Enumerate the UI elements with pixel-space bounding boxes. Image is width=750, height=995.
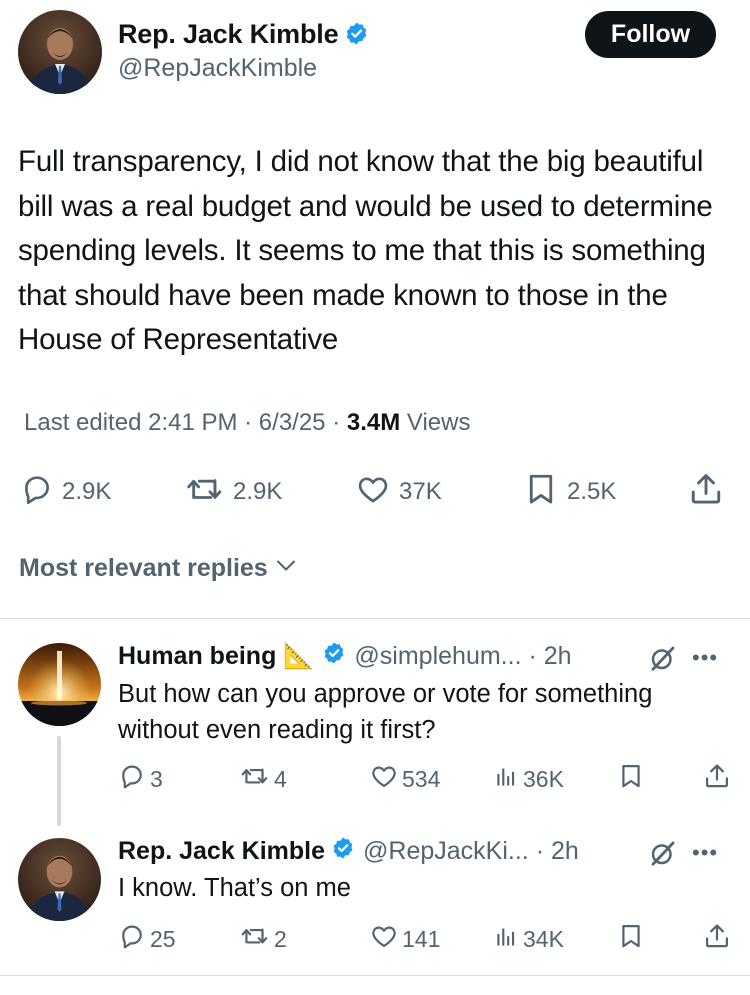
- repost-icon: [185, 472, 233, 513]
- verified-badge-icon: [331, 836, 355, 867]
- grok-icon[interactable]: [648, 643, 678, 678]
- reply-header: Human being 📐 @simplehum... · 2h: [118, 641, 572, 672]
- author-handle[interactable]: @RepJackKimble: [118, 54, 317, 83]
- bookmark-button[interactable]: 2.5K: [523, 470, 616, 514]
- reply-avatar[interactable]: [18, 643, 101, 726]
- reply-text: I know. That’s on me: [118, 874, 351, 902]
- repost-icon: [240, 923, 274, 955]
- repost-button[interactable]: 4: [240, 762, 287, 796]
- reply-header: Rep. Jack Kimble @RepJackKi... · 2h: [118, 836, 579, 867]
- author-name[interactable]: Rep. Jack Kimble: [118, 19, 369, 53]
- reply-sort-dropdown[interactable]: Most relevant replies: [19, 553, 298, 584]
- repost-count: 2.9K: [233, 478, 283, 505]
- verified-badge-icon: [322, 641, 346, 672]
- reply-button[interactable]: 3: [118, 762, 163, 796]
- more-icon[interactable]: •••: [692, 840, 718, 866]
- sort-label: Most relevant replies: [19, 554, 268, 582]
- reply-author-name[interactable]: Human being 📐: [118, 642, 314, 671]
- tweet-text: Full transparency, I did not know that t…: [18, 145, 713, 356]
- reply-icon: [118, 762, 150, 796]
- tweet-action-bar: 2.9K 2.9K 37K 2.5K: [0, 470, 750, 514]
- like-count: 141: [402, 925, 441, 952]
- reply-text: But how can you approve or vote for some…: [118, 680, 653, 744]
- follow-button[interactable]: Follow: [585, 11, 716, 58]
- divider: [0, 975, 750, 976]
- reply-button[interactable]: 2.9K: [20, 470, 111, 514]
- bookmark-button[interactable]: [617, 762, 649, 796]
- like-icon: [355, 472, 399, 513]
- bookmark-icon: [617, 922, 649, 956]
- like-icon: [370, 762, 402, 796]
- more-icon[interactable]: •••: [692, 645, 718, 671]
- views-count: 34K: [523, 925, 564, 952]
- views-button[interactable]: 36K: [493, 762, 564, 796]
- reply-icon: [20, 472, 62, 513]
- like-button[interactable]: 141: [370, 922, 440, 956]
- like-button[interactable]: 37K: [355, 470, 442, 514]
- reply-icon: [118, 922, 150, 956]
- reply-author-name[interactable]: Rep. Jack Kimble: [118, 837, 325, 866]
- share-button[interactable]: [703, 922, 735, 956]
- bookmark-button[interactable]: [617, 922, 649, 956]
- like-button[interactable]: 534: [370, 762, 440, 796]
- edited-timestamp[interactable]: Last edited 2:41 PM · 6/3/25 ·: [24, 409, 347, 436]
- reply-action-bar: 25 2 141 34K: [0, 922, 750, 956]
- tweet-meta: Last edited 2:41 PM · 6/3/25 · 3.4M View…: [24, 409, 470, 437]
- views-count: 3.4M: [346, 409, 401, 436]
- reply-author-handle[interactable]: @RepJackKi... · 2h: [363, 837, 579, 866]
- share-icon: [688, 471, 732, 514]
- share-icon: [703, 762, 735, 796]
- reply-button[interactable]: 25: [118, 922, 176, 956]
- bookmark-icon: [617, 762, 649, 796]
- views-button[interactable]: 34K: [493, 922, 564, 956]
- reply-count: 3: [150, 765, 163, 792]
- repost-count: 2: [274, 925, 287, 952]
- repost-button[interactable]: 2.9K: [185, 470, 282, 514]
- repost-button[interactable]: 2: [240, 922, 287, 956]
- like-count: 534: [402, 765, 441, 792]
- views-count: 36K: [523, 765, 564, 792]
- reply-count: 25: [150, 925, 176, 952]
- views-icon: [493, 763, 523, 795]
- views-icon: [493, 923, 523, 955]
- like-count: 37K: [399, 478, 442, 505]
- reply-count: 2.9K: [62, 478, 112, 505]
- bookmark-count: 2.5K: [567, 478, 617, 505]
- repost-icon: [240, 763, 274, 795]
- author-avatar[interactable]: [18, 10, 102, 94]
- divider: [0, 618, 750, 619]
- share-button[interactable]: [688, 470, 732, 514]
- reply-author-handle[interactable]: @simplehum... · 2h: [354, 642, 571, 671]
- share-icon: [703, 922, 735, 956]
- chevron-down-icon: [268, 553, 298, 584]
- bookmark-icon: [523, 471, 567, 514]
- share-button[interactable]: [703, 762, 735, 796]
- reply-action-bar: 3 4 534 36K: [0, 762, 750, 796]
- views-label: Views: [400, 409, 471, 436]
- verified-badge-icon: [344, 21, 369, 53]
- like-icon: [370, 922, 402, 956]
- reply-avatar[interactable]: [18, 838, 101, 921]
- grok-icon[interactable]: [648, 838, 678, 873]
- repost-count: 4: [274, 765, 287, 792]
